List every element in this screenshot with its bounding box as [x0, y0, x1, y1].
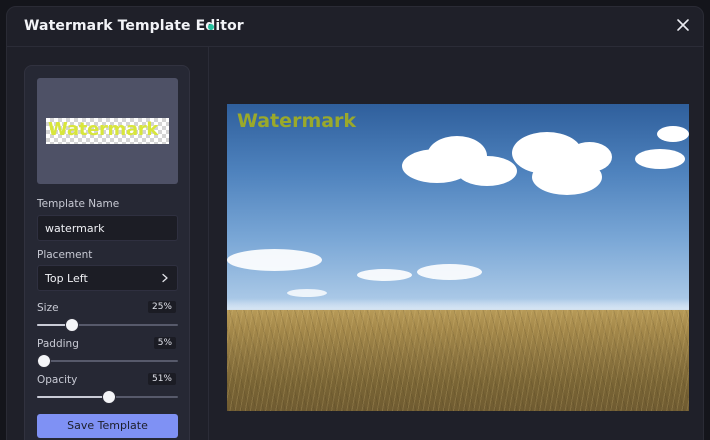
- opacity-slider[interactable]: [37, 390, 178, 404]
- cloud-shape: [227, 249, 322, 271]
- opacity-slider-handle[interactable]: [101, 390, 116, 404]
- preview-watermark-text: Watermark: [48, 119, 159, 140]
- cloud-shape: [457, 156, 517, 186]
- watermark-preview: Watermark: [37, 78, 178, 184]
- cloud-shape: [417, 264, 482, 280]
- wheat-texture: [227, 310, 689, 411]
- placement-select[interactable]: Top Left: [37, 265, 178, 291]
- settings-panel: Watermark Template Name watermark Placem…: [24, 65, 190, 440]
- cloud-shape: [635, 149, 685, 169]
- padding-value-badge: 5%: [153, 337, 176, 349]
- cloud-shape: [567, 142, 612, 172]
- cloud-shape: [287, 289, 327, 297]
- wheat-field: [227, 310, 689, 411]
- transparency-checkerboard: Watermark: [46, 118, 169, 144]
- canvas-preview-image: Watermark: [227, 104, 689, 411]
- watermark-editor-modal: Watermark Template Editor Watermark Temp…: [6, 6, 704, 440]
- padding-label: Padding: [37, 338, 79, 350]
- opacity-label: Opacity: [37, 374, 78, 386]
- modal-header: Watermark Template Editor: [7, 7, 703, 47]
- settings-column: Watermark Template Name watermark Placem…: [7, 47, 209, 440]
- padding-slider-handle[interactable]: [37, 354, 52, 368]
- size-value-badge: 25%: [147, 301, 176, 313]
- size-label: Size: [37, 302, 59, 314]
- template-name-label: Template Name: [37, 198, 120, 210]
- close-icon: [677, 19, 689, 31]
- canvas-watermark-text: Watermark: [237, 110, 357, 132]
- template-name-input[interactable]: watermark: [37, 215, 178, 241]
- modal-body: Watermark Template Name watermark Placem…: [7, 47, 703, 440]
- placement-value: Top Left: [45, 272, 88, 285]
- cloud-shape: [357, 269, 412, 281]
- status-dot: [208, 24, 214, 30]
- placement-label: Placement: [37, 249, 93, 261]
- chevron-right-icon: [161, 273, 169, 283]
- opacity-slider-fill: [37, 396, 109, 398]
- padding-slider[interactable]: [37, 354, 178, 368]
- save-template-button[interactable]: Save Template: [37, 414, 178, 438]
- cloud-shape: [657, 126, 689, 142]
- size-slider[interactable]: [37, 318, 178, 332]
- opacity-value-badge: 51%: [147, 373, 176, 385]
- size-slider-handle[interactable]: [65, 318, 80, 332]
- close-button[interactable]: [675, 17, 691, 33]
